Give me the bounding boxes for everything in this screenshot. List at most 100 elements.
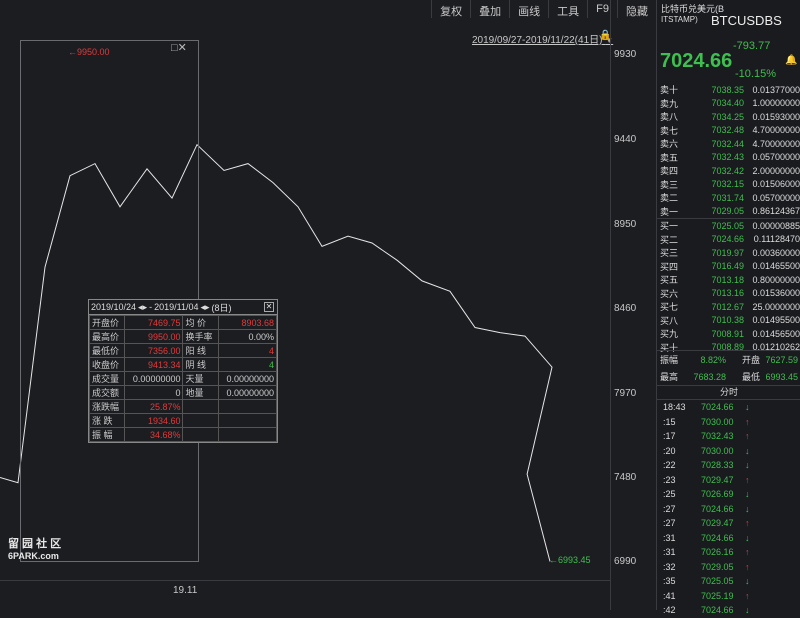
trade-row: :27 7029.47 ↑ — [657, 516, 800, 531]
ask-list: 卖十 7038.35 0.01377000 卖九 7034.40 1.00000000 卖八… — [657, 83, 800, 218]
trade-time: 18:43 — [663, 402, 686, 413]
stat-value: 9413.34 — [124, 357, 184, 372]
order-book-row[interactable]: 卖五 7032.43 0.05700000 — [657, 151, 800, 165]
trade-price: 7029.47 — [701, 474, 734, 485]
watermark: 留 园 社 区 6PARK.com — [8, 538, 61, 562]
level-price: 7013.18 — [711, 274, 744, 285]
watermark-line1: 留 园 社 区 — [8, 538, 62, 550]
level-label: 卖三 — [660, 179, 679, 190]
time-sales-list: 18:43 7024.66 ↓:15 7030.00 ↑:17 7032.43 ↑:20 70… — [657, 400, 800, 618]
arrow-up-icon: ↑ — [745, 547, 750, 558]
stat-value: 25.87% — [124, 399, 184, 414]
interval-start-date: 2019/10/24 — [91, 302, 137, 312]
level-price: 7013.16 — [711, 288, 744, 299]
level-price: 7034.40 — [711, 98, 744, 109]
arrows-icon[interactable]: ◂▸ — [200, 302, 209, 313]
y-tick-label: 9440 — [614, 134, 637, 145]
order-book-row[interactable]: 买二 7024.66 0.11128470 — [657, 233, 800, 247]
order-book-row[interactable]: 卖八 7034.25 0.01593000 — [657, 110, 800, 124]
arrows-icon[interactable]: ◂▸ — [138, 302, 147, 313]
trade-row: :22 7028.33 ↓ — [657, 458, 800, 473]
interval-end-date: 2019/11/04 — [154, 302, 199, 312]
stat-value: 1934.60 — [124, 413, 184, 428]
order-book-row[interactable]: 买七 7012.67 25.0000000 — [657, 300, 800, 314]
trade-price: 7026.16 — [701, 547, 734, 558]
tab-time-sales[interactable]: 分时 — [657, 385, 800, 400]
open-value: 7627.59 — [765, 354, 798, 365]
arrow-up-icon: ↑ — [745, 561, 750, 572]
trade-row: :31 7026.16 ↑ — [657, 545, 800, 560]
order-book-row[interactable]: 买三 7019.97 0.00360000 — [657, 246, 800, 260]
level-label: 买二 — [660, 234, 679, 245]
trade-price: 7024.66 — [701, 532, 734, 543]
order-book-row[interactable]: 卖九 7034.40 1.00000000 — [657, 97, 800, 111]
y-tick-label: 7480 — [614, 472, 637, 483]
table-row: 成交额 0 地量 0.00000000 — [88, 385, 278, 400]
high-label: 最高 — [660, 372, 679, 382]
level-price: 7032.15 — [711, 179, 744, 190]
trade-time: :22 — [663, 460, 676, 471]
level-price: 7025.05 — [711, 220, 744, 231]
stat-value: 0 — [124, 385, 184, 400]
arrow-up-icon: ↑ — [745, 518, 750, 529]
chart-area[interactable]: 复权 叠加 画线 工具 F9 隐藏 2019/09/27-2019/11/22(… — [0, 0, 656, 610]
stat-value: 7356.00 — [124, 343, 184, 358]
level-price: 7032.43 — [711, 152, 744, 163]
level-quantity: 25.0000000 — [752, 301, 800, 312]
selection-box-controls[interactable]: □✕ — [171, 41, 187, 54]
level-label: 买五 — [660, 275, 679, 286]
order-book-row[interactable]: 卖二 7031.74 0.05700000 — [657, 191, 800, 205]
trade-price: 7030.00 — [701, 416, 734, 427]
trade-time: :25 — [663, 489, 676, 500]
stat-label: 阳 线 — [182, 343, 219, 358]
last-price: 7024.66 — [660, 50, 733, 72]
y-tick-label: 9930 — [614, 49, 637, 60]
close-icon[interactable]: ✕ — [264, 302, 274, 312]
level-price: 7010.38 — [711, 315, 744, 326]
stat-label: 涨 跌 — [88, 413, 126, 428]
hide-button[interactable]: 隐藏 — [617, 0, 656, 18]
price-change: -793.77 — [733, 40, 771, 52]
trade-row: :17 7032.43 ↑ — [657, 429, 800, 444]
order-book-row[interactable]: 卖七 7032.48 4.70000000 — [657, 124, 800, 138]
level-label: 卖七 — [660, 125, 679, 136]
stat-value — [217, 427, 278, 442]
level-label: 买九 — [660, 329, 679, 340]
bell-icon[interactable]: 🔔 — [785, 55, 797, 66]
arrow-down-icon: ↓ — [745, 402, 750, 413]
level-quantity: 0.00360000 — [752, 247, 800, 258]
order-book-row[interactable]: 买九 7008.91 0.01456500 — [657, 327, 800, 341]
level-price: 7024.66 — [711, 234, 744, 245]
order-book-row[interactable]: 买一 7025.05 0.00000885 — [657, 219, 800, 233]
stat-value: 34.68% — [124, 427, 184, 442]
order-book-row[interactable]: 卖三 7032.15 0.01506000 — [657, 178, 800, 192]
level-price: 7032.44 — [711, 138, 744, 149]
order-book-row[interactable]: 卖四 7032.42 2.00000000 — [657, 164, 800, 178]
order-book-row[interactable]: 买八 7010.38 0.01495500 — [657, 314, 800, 328]
level-price: 7038.35 — [711, 84, 744, 95]
order-book-row[interactable]: 卖六 7032.44 4.70000000 — [657, 137, 800, 151]
level-price: 7016.49 — [711, 261, 744, 272]
y-tick-label: 8460 — [614, 303, 637, 314]
level-price: 7012.67 — [711, 301, 744, 312]
level-quantity: 4.70000000 — [752, 125, 800, 136]
order-book-row[interactable]: 买四 7016.49 0.01465500 — [657, 260, 800, 274]
level-label: 卖二 — [660, 193, 679, 204]
order-book-row[interactable]: 卖十 7038.35 0.01377000 — [657, 83, 800, 97]
level-quantity: 0.01377000 — [752, 84, 800, 95]
amplitude-label: 振幅 — [660, 355, 679, 365]
level-quantity: 0.05700000 — [752, 192, 800, 203]
trade-row: :20 7030.00 ↓ — [657, 444, 800, 459]
stat-label: 最高价 — [88, 329, 126, 344]
level-quantity: 4.70000000 — [752, 138, 800, 149]
stat-label: 振 幅 — [88, 427, 126, 442]
level-quantity: 0.80000000 — [752, 274, 800, 285]
order-book-row[interactable]: 卖一 7029.05 0.86124367 — [657, 205, 800, 219]
low-label: 最低 — [741, 372, 760, 382]
order-book-row[interactable]: 买六 7013.16 0.01536000 — [657, 287, 800, 301]
stat-label: 开盘价 — [88, 315, 126, 330]
order-book-row[interactable]: 买五 7013.18 0.80000000 — [657, 273, 800, 287]
level-quantity: 2.00000000 — [752, 165, 800, 176]
trade-price: 7026.69 — [701, 489, 734, 500]
arrow-up-icon: ↑ — [745, 590, 750, 601]
